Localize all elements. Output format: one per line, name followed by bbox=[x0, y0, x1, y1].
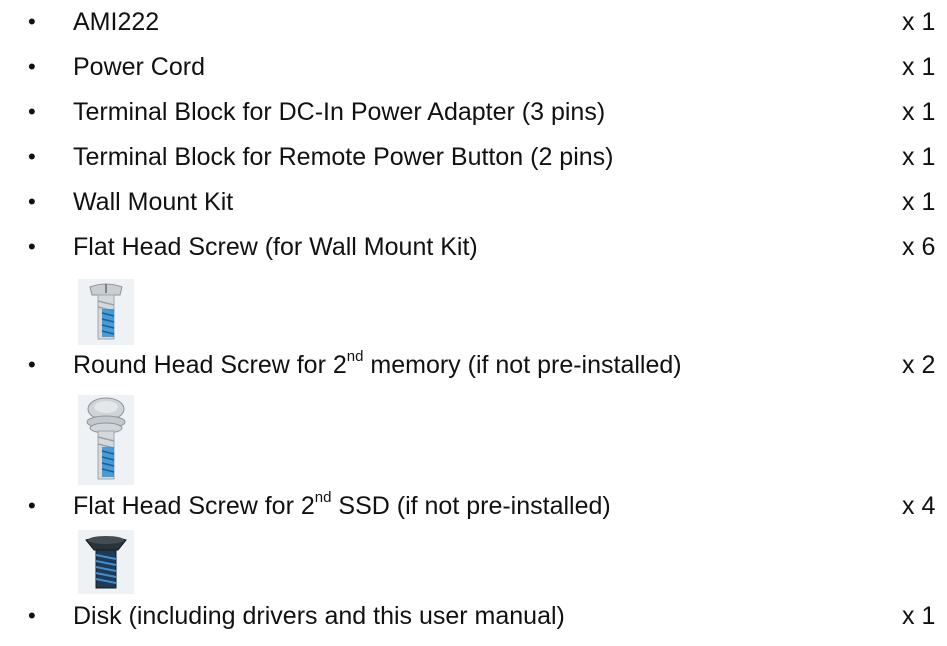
list-item: • Disk (including drivers and this user … bbox=[0, 598, 947, 634]
item-name: Disk (including drivers and this user ma… bbox=[73, 602, 565, 630]
item-name: Flat Head Screw (for Wall Mount Kit) bbox=[73, 233, 478, 261]
item-name: Round Head Screw for 2nd memory (if not … bbox=[73, 347, 682, 379]
item-quantity: x 2 bbox=[902, 351, 936, 379]
bullet: • bbox=[28, 99, 36, 124]
item-quantity: x 4 bbox=[902, 492, 936, 520]
list-item: • Wall Mount Kit x 1 bbox=[0, 184, 947, 220]
item-quantity: x 1 bbox=[902, 98, 936, 126]
flat-head-screw-icon bbox=[78, 279, 134, 345]
bullet: • bbox=[28, 493, 36, 518]
bullet: • bbox=[28, 144, 36, 169]
round-head-screw-icon bbox=[78, 395, 134, 485]
item-quantity: x 1 bbox=[902, 602, 936, 630]
bullet: • bbox=[28, 54, 36, 79]
flat-head-screw-icon bbox=[78, 530, 134, 594]
item-name: Power Cord bbox=[73, 53, 205, 81]
list-item: • Terminal Block for DC-In Power Adapter… bbox=[0, 94, 947, 130]
item-name: Terminal Block for DC-In Power Adapter (… bbox=[73, 98, 606, 126]
item-name: Wall Mount Kit bbox=[73, 188, 234, 216]
list-item: • Terminal Block for Remote Power Button… bbox=[0, 139, 947, 175]
bullet: • bbox=[28, 234, 36, 259]
list-item: • Round Head Screw for 2nd memory (if no… bbox=[0, 347, 947, 383]
list-item: • AMI222 x 1 bbox=[0, 4, 947, 40]
bullet: • bbox=[28, 189, 36, 214]
list-item: • Flat Head Screw (for Wall Mount Kit) x… bbox=[0, 229, 947, 265]
item-name: Flat Head Screw for 2nd SSD (if not pre-… bbox=[73, 488, 611, 520]
item-quantity: x 6 bbox=[902, 233, 936, 261]
list-item: • Flat Head Screw for 2nd SSD (if not pr… bbox=[0, 488, 947, 524]
item-quantity: x 1 bbox=[902, 143, 936, 171]
item-quantity: x 1 bbox=[902, 8, 936, 36]
item-quantity: x 1 bbox=[902, 188, 936, 216]
item-name: Terminal Block for Remote Power Button (… bbox=[73, 143, 614, 171]
bullet: • bbox=[28, 603, 36, 628]
item-name: AMI222 bbox=[73, 8, 160, 36]
bullet: • bbox=[28, 9, 36, 34]
item-quantity: x 1 bbox=[902, 53, 936, 81]
list-item: • Power Cord x 1 bbox=[0, 49, 947, 85]
bullet: • bbox=[28, 352, 36, 377]
